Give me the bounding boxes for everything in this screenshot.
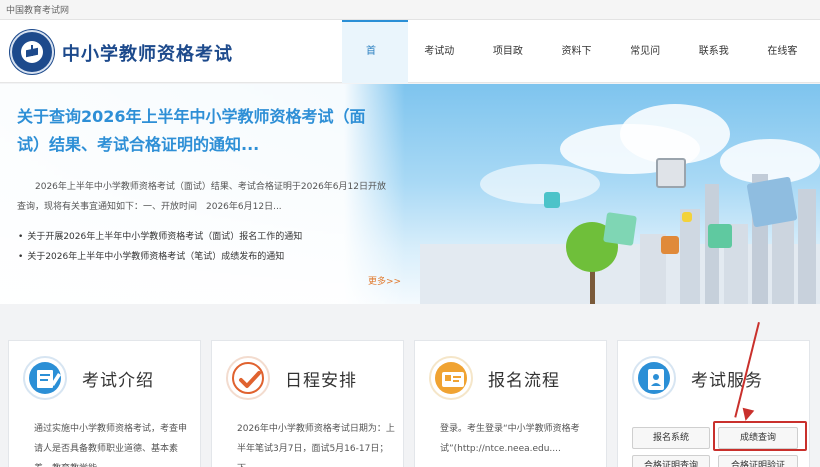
card-title: 报名流程 — [488, 371, 560, 391]
site-title[interactable]: 中小学教师资格考试 — [62, 40, 233, 66]
nav-policy[interactable]: 项目政策 — [477, 20, 546, 120]
annotation-highlight-box — [713, 421, 807, 451]
registration-system-button[interactable]: 报名系统 — [632, 427, 710, 449]
news-summary: 2026年上半年中小学教师资格考试（面试）结果、考试合格证明于2026年6月12… — [17, 182, 386, 212]
service-cards: 考试介绍 通过实施中小学教师资格考试，考查申请人是否具备教师职业道德、基本素养、… — [0, 318, 820, 467]
card-registration[interactable]: 报名流程 登录。考生登录“中小学教师资格考试”(http://ntce.neea… — [414, 340, 607, 467]
cube-decoration — [746, 176, 798, 228]
registration-card-icon — [429, 356, 473, 400]
card-title: 考试介绍 — [82, 371, 154, 391]
card-schedule[interactable]: 日程安排 2026年中小学教师资格考试日期为：上半年笔试3月7日，面试5月16-… — [211, 340, 404, 467]
nav-contact[interactable]: 联系我们 — [683, 20, 752, 120]
nav-exam-news[interactable]: 考试动态 — [408, 20, 477, 120]
news-banner: 关于查询2026年上半年中小学教师资格考试（面试）结果、考试合格证明的通知...… — [0, 84, 820, 304]
more-link[interactable]: 更多>> — [368, 274, 401, 287]
news-link[interactable]: 关于开展2026年上半年中小学教师资格考试（面试）报名工作的通知 — [18, 227, 302, 247]
card-text: 通过实施中小学教师资格考试，考查申请人是否具备教师职业道德、基本素养、教育教学能… — [34, 424, 188, 467]
checkmark-icon — [239, 371, 261, 388]
nav-downloads[interactable]: 资料下载 — [546, 20, 615, 120]
nav-online-service[interactable]: 在线客服 — [751, 20, 820, 120]
cube-decoration — [656, 158, 686, 188]
nav-faq[interactable]: 常见问题 — [614, 20, 683, 120]
nav-home[interactable]: 首页 — [342, 20, 409, 116]
card-text: 2026年中小学教师资格考试日期为：上半年笔试3月7日，面试5月16-17日；下… — [237, 424, 395, 467]
site-header: 中小学教师资格考试 首页 考试动态 项目政策 资料下载 常见问题 联系我们 在线… — [0, 20, 820, 120]
card-title: 日程安排 — [285, 371, 357, 391]
card-text: 登录。考生登录“中小学教师资格考试”(http://ntce.neea.edu.… — [440, 424, 580, 454]
card-title: 考试服务 — [691, 371, 763, 391]
cube-decoration — [708, 224, 732, 248]
site-strip-label: 中国教育考试网 — [6, 6, 70, 16]
cloud-decoration — [720, 139, 820, 184]
building — [680, 209, 700, 304]
id-card-icon — [442, 372, 464, 387]
contact-book-icon — [648, 369, 664, 390]
schedule-check-icon — [226, 356, 270, 400]
cube-decoration — [544, 192, 560, 208]
news-link[interactable]: 关于2026年上半年中小学教师资格考试（笔试）成绩发布的通知 — [18, 247, 302, 267]
exam-intro-icon — [23, 356, 67, 400]
exam-service-icon — [632, 356, 676, 400]
certificate-query-button[interactable]: 合格证明查询 — [632, 455, 710, 467]
cube-decoration — [603, 212, 637, 246]
cube-decoration — [661, 236, 679, 254]
cube-decoration — [682, 212, 692, 222]
site-strip: 中国教育考试网 — [0, 0, 820, 20]
logo-emblem-icon[interactable] — [10, 30, 54, 74]
cloud-decoration — [620, 104, 730, 164]
news-headline[interactable]: 关于查询2026年上半年中小学教师资格考试（面试）结果、考试合格证明的通知... — [17, 103, 387, 159]
news-link-list: 关于开展2026年上半年中小学教师资格考试（面试）报名工作的通知 关于2026年… — [18, 227, 302, 267]
certificate-verify-button[interactable]: 合格证明验证 — [718, 455, 798, 467]
cloud-decoration — [480, 164, 600, 204]
main-nav: 首页 考试动态 项目政策 资料下载 常见问题 联系我们 在线客服 — [342, 20, 820, 120]
pencil-document-icon — [37, 370, 61, 388]
card-exam-intro[interactable]: 考试介绍 通过实施中小学教师资格考试，考查申请人是否具备教师职业道德、基本素养、… — [8, 340, 201, 467]
building — [798, 189, 816, 304]
